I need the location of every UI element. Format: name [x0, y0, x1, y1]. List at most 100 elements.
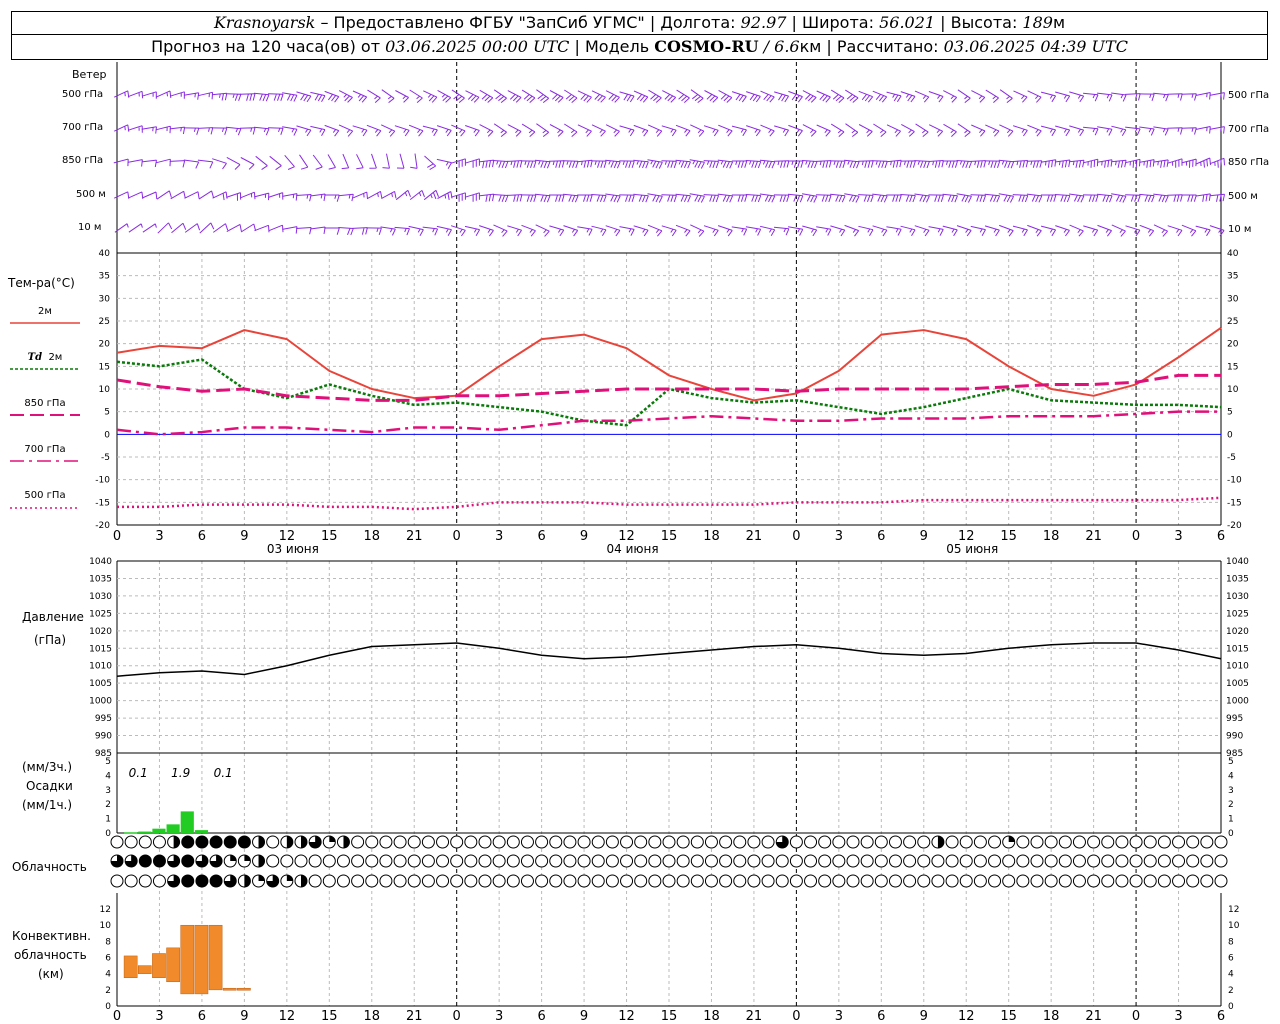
time-tick-label-bottom: 0	[113, 1009, 121, 1024]
cloud-cover-marker	[620, 854, 634, 868]
cloud-cover-marker	[549, 854, 563, 868]
wind-barb	[985, 124, 1000, 137]
temp-tick-label-right: 5	[1227, 408, 1233, 418]
convective-bar	[152, 953, 166, 978]
wind-level-label-right: 500 м	[1228, 191, 1258, 202]
cloud-cover-marker	[520, 854, 534, 868]
time-tick-label-bottom: 0	[792, 1009, 800, 1024]
cloud-cover-marker	[988, 874, 1002, 888]
cloud-cover-marker	[648, 874, 662, 888]
wind-barb	[197, 159, 214, 169]
precip-tick-label-left: 0	[105, 829, 111, 839]
cloud-cover-marker	[591, 835, 605, 849]
time-tick-label-mid: 9	[240, 529, 248, 544]
cloud-cover-marker	[1101, 874, 1115, 888]
cloud-cover-marker	[421, 835, 435, 849]
cloud-cover-marker	[789, 874, 803, 888]
wind-barb	[928, 124, 944, 137]
wind-barb	[577, 226, 593, 236]
cloud-cover-marker	[931, 854, 945, 868]
cloud-cover-marker	[563, 835, 577, 849]
wind-barb	[394, 226, 410, 236]
cloud-cover-marker	[719, 835, 733, 849]
time-tick-label-bottom: 6	[198, 1009, 206, 1024]
cloud-cover-marker	[775, 874, 789, 888]
cloud-cover-marker	[492, 835, 506, 849]
wind-barb	[1097, 224, 1112, 237]
cloud-cover-marker	[549, 874, 563, 888]
cloud-cover-fill	[286, 875, 293, 881]
cloud-cover-marker	[379, 874, 393, 888]
cloud-cover-fill	[329, 836, 336, 842]
cloud-cover-marker	[874, 835, 888, 849]
wind-barb	[563, 160, 579, 169]
wind-barb	[239, 127, 256, 135]
wind-barb	[381, 89, 395, 103]
wind-barb	[774, 91, 790, 103]
cloud-cover-marker	[648, 854, 662, 868]
wind-barb	[352, 227, 368, 235]
wind-barb	[171, 222, 187, 234]
wind-barb	[536, 123, 550, 137]
wind-barb	[520, 194, 537, 202]
wind-barb	[970, 160, 987, 168]
wind-level-label-right: 700 гПа	[1228, 124, 1269, 135]
wind-barb	[493, 89, 507, 103]
wind-barb	[845, 123, 859, 137]
cloud-cover-fill	[301, 836, 307, 848]
wind-barb	[352, 191, 368, 200]
wind-barb	[198, 190, 214, 200]
time-tick-label-bottom: 3	[835, 1009, 843, 1024]
temp-tick-label-left: -15	[95, 498, 110, 508]
wind-barb	[731, 125, 747, 137]
pressure-tick-label-right: 1040	[1226, 557, 1249, 567]
pressure-tick-label-left: 995	[95, 714, 112, 724]
time-tick-label-bottom: 0	[453, 1009, 461, 1024]
time-tick-label-mid: 21	[746, 529, 763, 544]
time-tick-label-mid: 0	[1132, 529, 1140, 544]
wind-barb	[493, 123, 507, 137]
wind-barb	[563, 193, 579, 203]
wind-barb	[169, 91, 185, 99]
wind-barb	[942, 160, 958, 168]
wind-barb	[1153, 126, 1169, 136]
wind-barb	[324, 90, 340, 103]
wind-barb	[183, 127, 200, 135]
cloud-cover-marker	[804, 835, 818, 849]
wind-barb	[369, 153, 377, 169]
wind-barb	[605, 159, 621, 169]
wind-barb	[226, 156, 241, 170]
wind-barb	[886, 194, 902, 202]
wind-barb	[858, 90, 874, 103]
cloud-cover-marker	[860, 874, 874, 888]
wind-barb	[493, 224, 508, 237]
wind-barb	[1195, 193, 1211, 202]
precip-tick-label-left: 5	[105, 757, 111, 767]
time-tick-label-bottom: 0	[1132, 1009, 1140, 1024]
cloud-cover-marker	[535, 874, 549, 888]
cloud-cover-marker	[365, 835, 379, 849]
wind-barb	[943, 123, 957, 137]
time-tick-label-mid: 0	[792, 529, 800, 544]
wind-barb	[900, 194, 916, 203]
cloud-cover-marker	[832, 854, 846, 868]
cloud-cover-marker	[322, 874, 336, 888]
cloud-cover-marker	[1214, 854, 1228, 868]
wind-barb	[984, 160, 1001, 168]
wind-barb	[268, 93, 284, 101]
cloud-cover-marker	[393, 874, 407, 888]
cloud-cover-marker	[676, 874, 690, 888]
pressure-tick-label-right: 1005	[1226, 679, 1249, 689]
wind-barb	[409, 89, 423, 103]
wind-barb	[356, 154, 364, 170]
time-tick-label-mid: 21	[1085, 529, 1102, 544]
cloud-cover-marker	[1200, 854, 1214, 868]
wind-barb	[914, 193, 930, 203]
wind-barb	[703, 160, 720, 169]
wind-barb	[787, 193, 804, 203]
wind-barb	[142, 191, 158, 200]
wind-barb	[282, 126, 298, 136]
wind-barb	[801, 160, 818, 169]
wind-barb	[717, 225, 733, 237]
wind-barb	[873, 123, 887, 137]
